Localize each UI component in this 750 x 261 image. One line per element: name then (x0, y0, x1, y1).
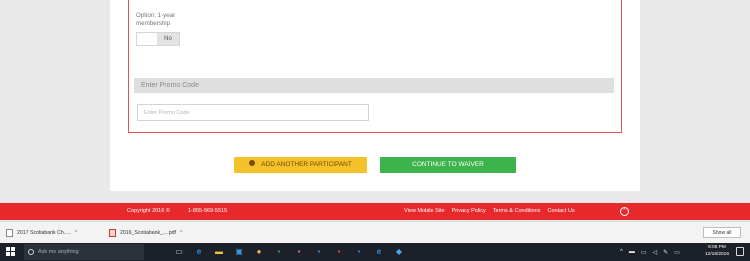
footer-link-privacy[interactable]: Privacy Policy (452, 203, 486, 220)
download-filename: 2016_Scotiabank_....pdf (120, 230, 176, 236)
clock-date: 12/16/2016 (705, 251, 730, 257)
footer-copyright: Copyright 2016 © (127, 208, 170, 214)
footer-link-contact[interactable]: Contact Us (547, 203, 574, 220)
windows-taskbar: Ask me anything ▭ e ▬ ▣ ● ▪ ▪ ▪ ▪ ▪ e ◆ … (0, 243, 750, 261)
notification-icon[interactable] (736, 247, 744, 256)
download-item[interactable]: 2016_Scotiabank_....pdf ^ (109, 228, 182, 238)
volume-icon[interactable]: ◁ (653, 249, 658, 256)
add-participant-label: ADD ANOTHER PARTICIPANT (261, 161, 352, 168)
pdf-icon (109, 229, 116, 237)
task-view-icon[interactable]: ▭ (174, 246, 184, 257)
edge-icon[interactable]: e (194, 246, 204, 257)
file-explorer-icon[interactable]: ▬ (214, 246, 224, 257)
downloads-bar: 2017 Scotiabank Ch..... ^ 2016_Scotiaban… (0, 221, 750, 243)
word-icon[interactable]: ▪ (354, 246, 364, 257)
search-placeholder: Ask me anything (38, 249, 79, 255)
excel-icon[interactable]: ▪ (274, 246, 284, 257)
cortana-search-box[interactable]: Ask me anything (24, 244, 144, 260)
edge-icon[interactable]: e (374, 246, 384, 257)
promo-code-header: Enter Promo Code (134, 78, 614, 93)
windows-start-icon[interactable] (6, 247, 15, 256)
download-item[interactable]: 2017 Scotiabank Ch..... ^ (6, 228, 77, 238)
show-all-button[interactable]: Show all (703, 227, 741, 238)
taskbar-clock[interactable]: 6:05 PM 12/16/2016 (705, 245, 729, 258)
document-icon (6, 229, 13, 237)
powerpoint-icon[interactable]: ▪ (294, 246, 304, 257)
cortana-icon (28, 249, 34, 255)
scroll-up-icon[interactable]: ⌃ (620, 207, 629, 216)
footer-phone[interactable]: 1-855-969-5515 (188, 203, 227, 220)
keyboard-icon[interactable]: ▭ (674, 249, 680, 256)
onenote-icon[interactable]: ▪ (334, 246, 344, 257)
footer-link-mobile[interactable]: View Mobile Site (404, 203, 445, 220)
download-filename: 2017 Scotiabank Ch..... (17, 230, 71, 236)
membership-option-label: Option: 1-year membership (136, 12, 176, 27)
outlook-icon[interactable]: ▪ (314, 246, 324, 257)
pen-icon[interactable]: ✎ (663, 249, 668, 256)
taskbar-apps: ▭ e ▬ ▣ ● ▪ ▪ ▪ ▪ ▪ e ◆ (174, 246, 404, 257)
membership-toggle[interactable]: No (136, 32, 180, 46)
network-icon[interactable]: ▬ (629, 249, 635, 255)
add-participant-button[interactable]: ADD ANOTHER PARTICIPANT (234, 157, 367, 173)
continue-to-waiver-button[interactable]: CONTINUE TO WAIVER (380, 157, 516, 173)
battery-icon[interactable]: ▭ (641, 249, 647, 256)
system-tray: ^ ▬ ▭ ◁ ✎ ▭ (620, 246, 680, 258)
toggle-value: No (157, 33, 179, 45)
chevron-up-icon[interactable]: ^ (180, 228, 182, 238)
chrome-icon[interactable]: ● (254, 246, 264, 257)
app-icon[interactable]: ◆ (394, 246, 404, 257)
site-footer: Copyright 2016 © 1-855-969-5515 View Mob… (0, 203, 750, 220)
promo-code-input[interactable] (137, 104, 369, 121)
toggle-knob (137, 33, 157, 45)
footer-link-terms[interactable]: Terms & Conditions (493, 203, 541, 220)
store-icon[interactable]: ▣ (234, 246, 244, 257)
chevron-up-icon[interactable]: ^ (75, 228, 77, 238)
footer-links: View Mobile Site Privacy Policy Terms & … (404, 203, 575, 220)
clock-time: 6:05 PM (708, 245, 726, 250)
chevron-up-icon[interactable]: ^ (620, 249, 623, 255)
plus-icon (249, 160, 256, 167)
